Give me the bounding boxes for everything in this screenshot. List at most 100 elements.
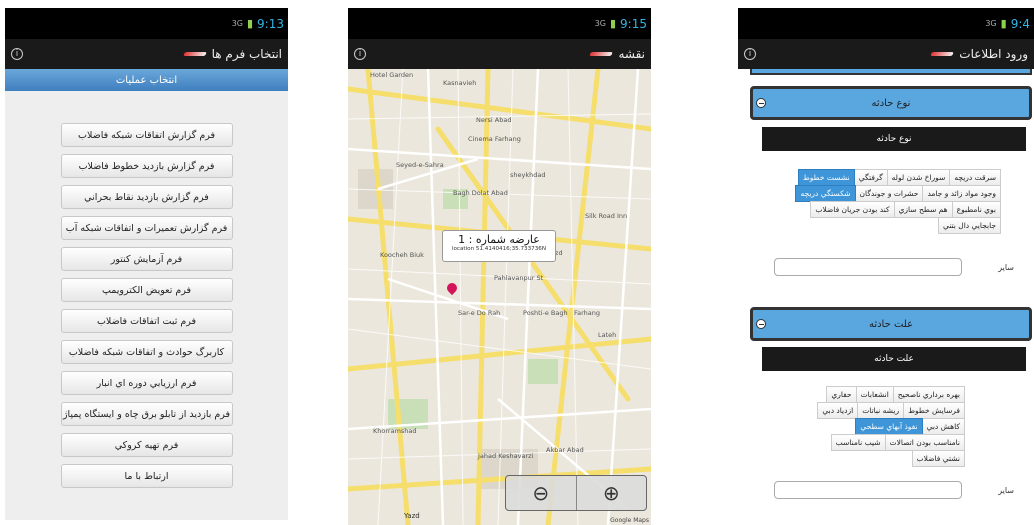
signal-3g-label: 3G — [985, 19, 997, 28]
option-chip[interactable]: نامناسب بودن اتصالات — [884, 434, 965, 451]
form-menu-button[interactable]: فرم گزارش تعميرات و اتفاقات شبکه آب — [60, 216, 233, 240]
option-chip[interactable]: كاهش دبي — [921, 418, 965, 435]
page-title: انتخاب فرم ها — [211, 47, 282, 61]
form-menu-button[interactable]: فرم گزارش اتفاقات شبکه فاضلاب — [60, 123, 233, 147]
option-chip[interactable]: ازدياد دبي — [817, 402, 859, 419]
popup-title: عارضه شماره : 1 — [458, 233, 540, 246]
form-menu-button[interactable]: ارتباط با ما — [60, 464, 233, 488]
incident-type-options: سرقت دريچه سوراخ شدن لوله گرفتگي نشست خطوط و… — [778, 169, 1001, 234]
clock: 9:15 — [620, 16, 647, 31]
option-chip-selected[interactable]: نفوذ آبهاي سطحي — [855, 418, 923, 435]
clock: 9:4 — [1010, 16, 1030, 31]
incident-cause-section[interactable]: علت حادثه — [750, 307, 1032, 341]
option-chip-selected[interactable]: شكستگي دريچه — [795, 185, 856, 202]
google-attribution: Google Maps — [610, 517, 649, 524]
option-chip[interactable]: سوراخ شدن لوله — [886, 169, 951, 186]
other-input[interactable] — [774, 481, 962, 499]
info-icon[interactable]: i — [744, 48, 756, 60]
option-chip[interactable]: هم سطح سازي — [893, 201, 953, 218]
option-chip[interactable]: شيب نامناسب — [830, 434, 886, 451]
form-menu-button[interactable]: فرم گزارش بازدید نقاط بحراني — [60, 185, 233, 209]
map-label: Cinema Farhang — [468, 135, 521, 143]
battery-icon: ▮ — [1000, 17, 1007, 30]
battery-icon: ▮ — [609, 17, 617, 30]
option-chip[interactable]: کند بودن جريان فاضلاب — [810, 201, 895, 218]
app-logo-icon — [184, 50, 206, 58]
form-menu-button[interactable]: فرم تهيه كروكي — [60, 433, 233, 457]
form-menu-button[interactable]: فرم گزارش بازدید خطوط فاضلاب — [60, 154, 233, 178]
action-bar: i انتخاب فرم ها — [5, 39, 288, 69]
signal-3g-label: 3G — [231, 19, 243, 28]
option-chip[interactable]: سرقت دريچه — [949, 169, 1001, 186]
form-menu-button[interactable]: فرم بازديد از تابلو برق چاه و ايستگاه پم… — [60, 402, 233, 426]
battery-icon: ▮ — [246, 17, 254, 30]
incident-cause-options: بهره برداري ناصحيح انشعابات حفاري فرسايش خط… — [804, 386, 965, 467]
info-icon[interactable]: i — [11, 48, 23, 60]
map-label: Sar-e Do Rah — [458, 309, 501, 317]
status-bar: 3G ▮ 9:4 — [738, 8, 1034, 39]
info-icon[interactable]: i — [354, 48, 366, 60]
option-chip[interactable]: انشعابات — [855, 386, 894, 403]
map-label: Koocheh Biuk — [380, 251, 424, 259]
signal-3g-label: 3G — [594, 19, 606, 28]
form-menu-button[interactable]: فرم ارزيابي دوره اي انبار — [60, 371, 233, 395]
other-label: ساير — [998, 262, 1014, 272]
other-row: ساير — [774, 258, 1014, 276]
map-label: Lateh — [598, 331, 617, 339]
zoom-out-icon[interactable]: ⊖ — [506, 476, 576, 510]
option-chip[interactable]: بوي نامطبوع — [951, 201, 1001, 218]
option-chip[interactable]: بهره برداري ناصحيح — [892, 386, 965, 403]
app-logo-icon — [931, 50, 953, 58]
option-chip[interactable]: وجود مواد زائد و جامد — [922, 185, 1001, 202]
form-menu-button[interactable]: فرم تعويض الكترويمپ — [60, 278, 233, 302]
option-chip[interactable]: حفاري — [826, 386, 857, 403]
option-chip[interactable]: ريشه نباتات — [857, 402, 905, 419]
other-input[interactable] — [774, 258, 962, 276]
zoom-in-icon[interactable]: ⊕ — [575, 476, 647, 510]
form-menu-button[interactable]: كاربرگ حوادث و اتفاقات شبكه فاضلاب — [60, 340, 233, 364]
map-label: Silk Road Inn — [585, 212, 628, 220]
option-chip-selected[interactable]: نشست خطوط — [797, 169, 855, 186]
form-menu: فرم گزارش اتفاقات شبکه فاضلاب فرم گزارش ب… — [5, 91, 288, 488]
option-chip[interactable]: فرسايش خطوط — [903, 402, 965, 419]
map-label: Akbar Abad — [546, 446, 584, 454]
collapse-icon[interactable] — [756, 98, 766, 108]
map-label: Kasnavieh — [443, 79, 477, 87]
map-label: Seyed-e-Sahra — [396, 161, 444, 169]
zoom-controls: ⊖ ⊕ — [505, 475, 647, 511]
map-view[interactable]: Hotel Garden Kasnavieh Nersi Abad Cinema… — [348, 69, 651, 525]
incident-cause-header: علت حادثه — [762, 347, 1026, 371]
option-chip[interactable]: حشرات و جوندگان — [854, 185, 924, 202]
incident-type-header: نوع حادثه — [762, 127, 1026, 151]
form-menu-button[interactable]: فرم آزمايش كنتور — [60, 247, 233, 271]
action-bar: i نقشه — [348, 39, 651, 69]
map-label: sheykhdad — [510, 171, 546, 179]
map-screen: 3G ▮ 9:15 i نقشه Hotel Garden Kasnavieh … — [348, 8, 651, 525]
popup-location: location 51.4140416;35.733736N — [451, 246, 547, 252]
form-body: نوع حادثه نوع حادثه سرقت دريچه سوراخ شدن … — [738, 69, 1034, 525]
map-label: Nersi Abad — [476, 116, 512, 124]
section-title: نوع حادثه — [871, 97, 911, 109]
section-header: انتخاب عملیات — [5, 69, 288, 91]
marker-popup[interactable]: عارضه شماره : 1 location 51.4140416;35.7… — [442, 230, 556, 262]
page-title: نقشه — [618, 47, 645, 61]
data-entry-screen: 3G ▮ 9:4 i ورود اطلاعات نوع حادثه نوع حا… — [738, 8, 1034, 525]
action-bar: i ورود اطلاعات — [738, 39, 1034, 69]
map-label: Bagh Dolat Abad — [453, 189, 508, 197]
map-label: Farhang — [574, 309, 601, 317]
option-chip[interactable]: نشتي فاضلاب — [911, 450, 965, 467]
other-row: ساير — [774, 481, 1014, 499]
collapsed-section-edge — [750, 69, 1032, 75]
map-label: Yazd — [404, 512, 420, 520]
option-chip[interactable]: جابجايي دال بتني — [938, 217, 1001, 234]
collapse-icon[interactable] — [756, 319, 766, 329]
map-label: Hotel Garden — [370, 71, 414, 79]
other-label: ساير — [998, 485, 1014, 495]
form-menu-button[interactable]: فرم ثبت اتفاقات فاضلاب — [60, 309, 233, 333]
section-title: علت حادثه — [868, 318, 914, 330]
incident-type-section[interactable]: نوع حادثه — [750, 86, 1032, 120]
clock: 9:13 — [257, 16, 284, 31]
map-label: Poshti-e Bagh — [523, 309, 568, 317]
option-chip[interactable]: گرفتگي — [853, 169, 888, 186]
app-logo-icon — [590, 50, 612, 58]
